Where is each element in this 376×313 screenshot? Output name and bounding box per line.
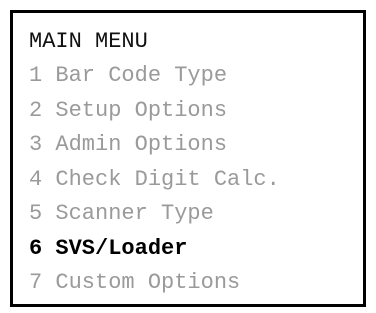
menu-item-setup-options[interactable]: 2 Setup Options (29, 94, 280, 129)
menu-item-svs-loader[interactable]: 6 SVS/Loader (29, 232, 280, 267)
menu-item-check-digit-calc[interactable]: 4 Check Digit Calc. (29, 163, 280, 198)
menu-item-bar-code-type[interactable]: 1 Bar Code Type (29, 59, 280, 94)
menu-item-custom-options[interactable]: 7 Custom Options (29, 266, 280, 301)
menu-item-scanner-type[interactable]: 5 Scanner Type (29, 197, 280, 232)
menu-list: 1 Bar Code Type 2 Setup Options 3 Admin … (29, 59, 280, 301)
menu-item-admin-options[interactable]: 3 Admin Options (29, 128, 280, 163)
menu-title: MAIN MENU (29, 29, 148, 54)
main-menu-panel: MAIN MENU 1 Bar Code Type 2 Setup Option… (10, 10, 366, 307)
